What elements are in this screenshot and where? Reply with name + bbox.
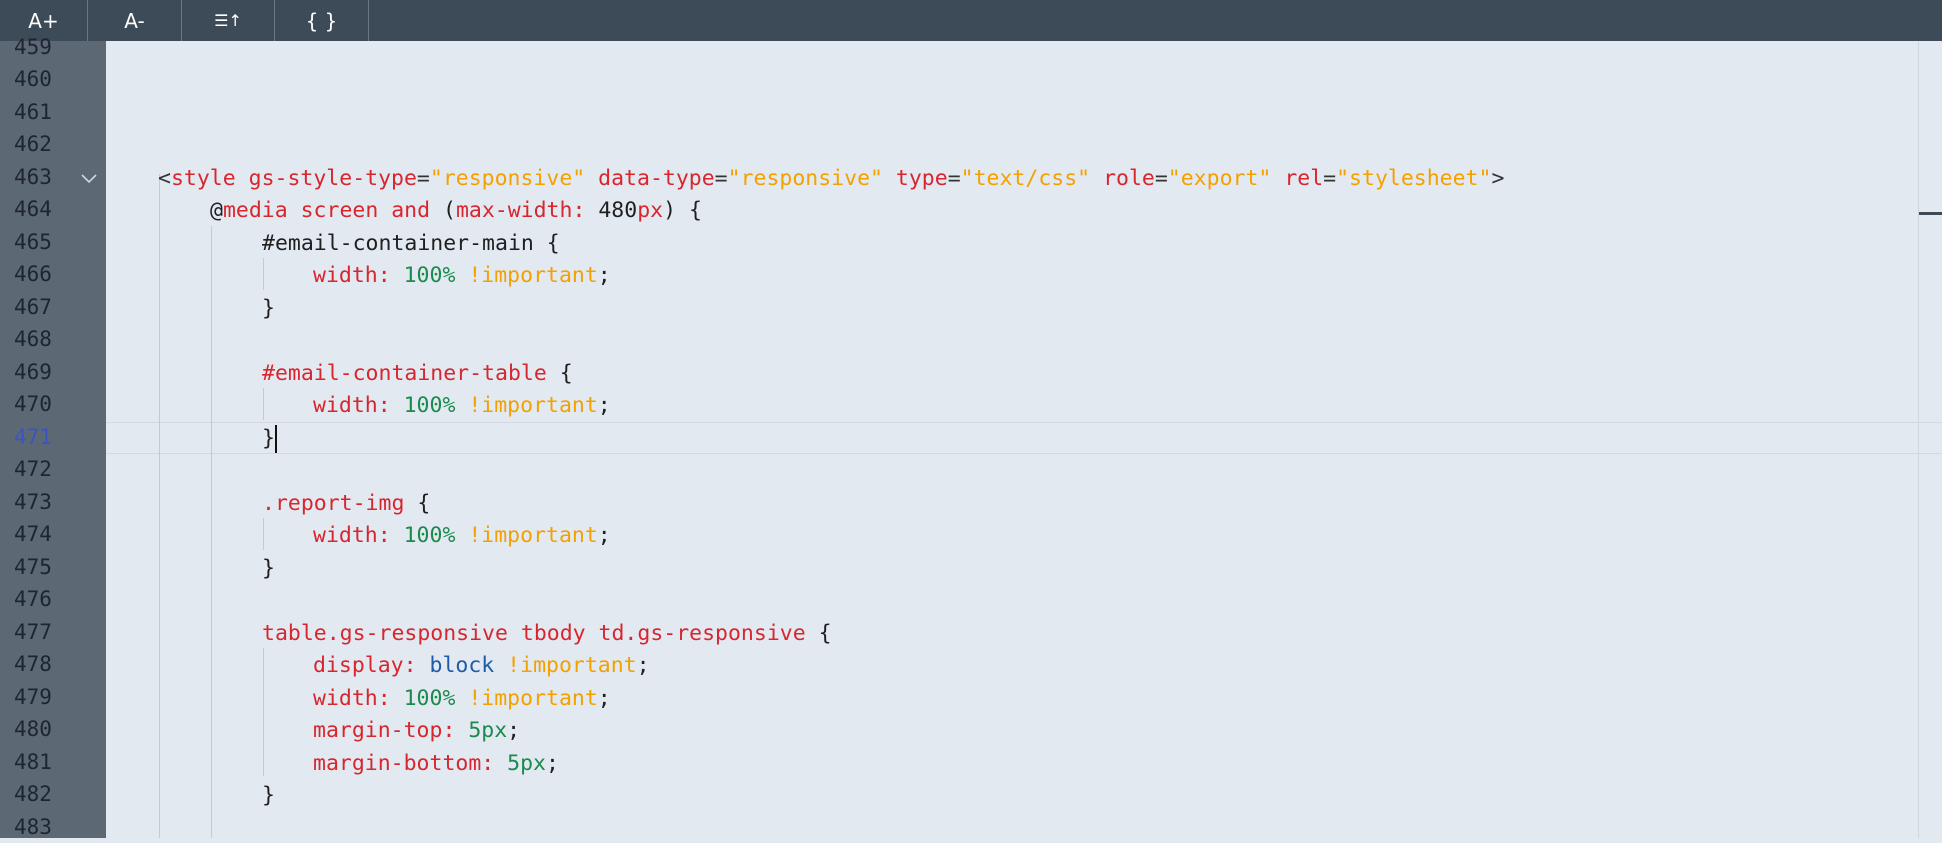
line-number: 462 (14, 132, 52, 156)
code-line-465: #email-container-main { (262, 231, 560, 256)
code-line-466: width: 100% !important; (313, 263, 611, 288)
line-number: 472 (14, 457, 52, 481)
line-number: 482 (14, 782, 52, 806)
text-cursor (274, 425, 277, 453)
fold-chevron-down-icon[interactable] (78, 163, 100, 195)
indent-guide (159, 174, 160, 838)
line-number: 476 (14, 587, 52, 611)
indent-guide (263, 518, 264, 550)
line-number: 463 (14, 165, 52, 189)
line-number: 473 (14, 490, 52, 514)
line-number: 461 (14, 100, 52, 124)
indent-guide (211, 226, 212, 838)
line-number: 481 (14, 750, 52, 774)
code-line-473: .report-img { (262, 491, 431, 516)
code-line-475: } (262, 556, 275, 581)
line-number: 470 (14, 392, 52, 416)
line-number: 466 (14, 262, 52, 286)
code-line-464: @media screen and (max-width: 480px) { (210, 198, 702, 223)
line-number-active: 471 (14, 425, 52, 449)
code-line-482: } (262, 783, 275, 808)
current-line-highlight (106, 422, 1942, 454)
code-line-474: width: 100% !important; (313, 523, 611, 548)
line-number: 464 (14, 197, 52, 221)
code-line-480: margin-top: 5px; (313, 718, 521, 743)
code-line-463: <style gs-style-type="responsive" data-t… (158, 166, 1505, 191)
line-number: 459 (14, 35, 52, 59)
line-number: 468 (14, 327, 52, 351)
code-line-479: width: 100% !important; (313, 686, 611, 711)
line-number: 483 (14, 815, 52, 839)
line-number: 467 (14, 295, 52, 319)
indent-guide (263, 258, 264, 290)
line-number: 460 (14, 67, 52, 91)
code-line-469: #email-container-table { (262, 361, 573, 386)
line-number: 475 (14, 555, 52, 579)
line-number: 478 (14, 652, 52, 676)
code-line-481: margin-bottom: 5px; (313, 751, 559, 776)
line-number: 469 (14, 360, 52, 384)
line-number: 480 (14, 717, 52, 741)
line-number: 477 (14, 620, 52, 644)
code-line-470: width: 100% !important; (313, 393, 611, 418)
code-line-477: table.gs-responsive tbody td.gs-responsi… (262, 621, 832, 646)
line-number: 479 (14, 685, 52, 709)
line-number: 474 (14, 522, 52, 546)
indent-guide (263, 648, 264, 776)
line-number: 465 (14, 230, 52, 254)
code-line-478: display: block !important; (313, 653, 650, 678)
code-line-471: } (262, 425, 277, 453)
indent-guide (263, 388, 264, 420)
code-line-467: } (262, 296, 275, 321)
